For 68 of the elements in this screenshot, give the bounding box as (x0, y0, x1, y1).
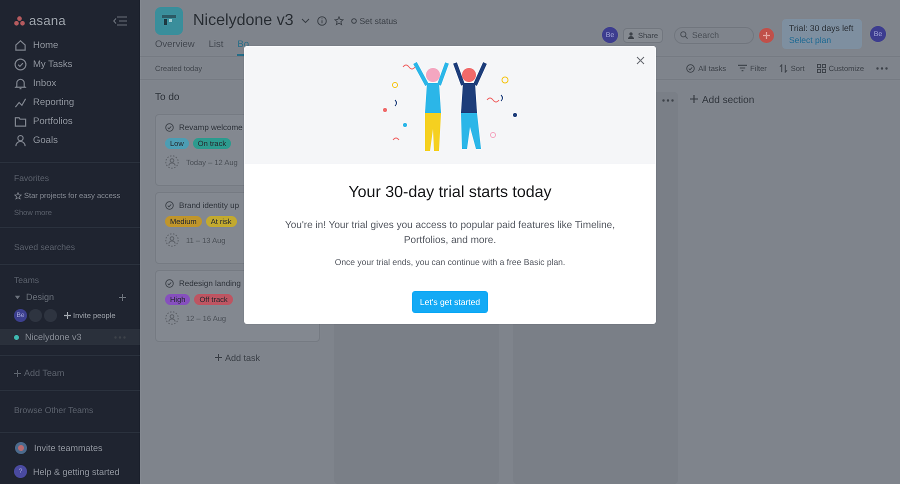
sort-icon (778, 64, 788, 72)
home-icon (14, 39, 27, 52)
check-circle-icon (14, 58, 27, 71)
add-task-button[interactable]: Add task (208, 352, 266, 364)
column-menu-icon[interactable] (662, 99, 674, 102)
set-status-button[interactable]: Set status (350, 16, 398, 26)
logo-icon (14, 16, 25, 26)
nav-item[interactable]: Reporting (0, 93, 140, 112)
team-name[interactable]: Design (26, 292, 54, 302)
plus-icon (64, 312, 71, 319)
project-title: Nicelydone v3 (193, 12, 294, 30)
project-item[interactable]: Nicelydone v3 (0, 329, 140, 345)
task-title: Brand identity up (179, 201, 240, 210)
more-icon[interactable] (876, 66, 888, 70)
nav-item[interactable]: Inbox (0, 74, 140, 93)
check-circle-icon (165, 201, 174, 210)
section-heading: Saved searches (14, 242, 76, 252)
grid-icon (816, 64, 826, 72)
plus-icon (214, 354, 222, 361)
column-title: To do (155, 92, 180, 105)
assignee-icon[interactable] (165, 233, 179, 247)
search-icon (680, 31, 688, 39)
get-started-button[interactable]: Let's get started (412, 291, 488, 313)
check-circle-icon (165, 123, 174, 132)
dialog-title: Your 30-day trial starts today (348, 184, 552, 202)
add-section-button[interactable]: Add section (690, 92, 754, 108)
task-title: Redesign landing (179, 279, 241, 288)
circle-icon (350, 18, 356, 24)
assignee-icon[interactable] (165, 155, 179, 169)
add-team-link[interactable]: Add Team (14, 368, 126, 378)
invite-teammates-link[interactable]: Invite teammates (14, 441, 126, 455)
folder-icon (14, 115, 27, 128)
person-icon (14, 134, 27, 147)
chevron-down-icon[interactable] (300, 18, 310, 24)
dialog-note: Once your trial ends, you can continue with a free Basic plan. (334, 257, 566, 267)
add-button[interactable] (759, 28, 774, 42)
plus-icon (14, 370, 21, 376)
plus-icon[interactable] (119, 294, 126, 300)
nav-item[interactable]: Goals (0, 131, 140, 150)
check-circle-icon (165, 279, 174, 288)
caret-icon[interactable] (14, 294, 21, 300)
trial-text: Trial: 30 days left (789, 23, 854, 33)
nav-item[interactable]: Portfolios (0, 112, 140, 131)
assignee-icon[interactable] (165, 311, 179, 325)
tab[interactable]: Overview (155, 39, 195, 56)
check-circle-icon (686, 64, 696, 72)
invite-icon (14, 441, 28, 455)
section-heading: Favorites (14, 173, 50, 183)
tab[interactable]: List (208, 39, 224, 56)
project-icon (155, 7, 183, 35)
plus-icon (763, 32, 770, 38)
close-icon[interactable] (636, 56, 645, 65)
collapse-sidebar-icon[interactable] (113, 16, 127, 26)
section-heading: Teams (14, 275, 40, 285)
nav-item[interactable]: My Tasks (0, 55, 140, 74)
logo-text: asana (29, 13, 66, 28)
select-plan-link[interactable]: Select plan (789, 35, 855, 45)
browse-teams-link[interactable]: Browse Other Teams (14, 405, 126, 415)
filter-icon (738, 64, 748, 72)
info-icon[interactable] (316, 16, 326, 26)
star-icon[interactable] (334, 16, 344, 26)
people-icon (628, 32, 636, 38)
plus-icon (690, 94, 698, 102)
nav-item[interactable]: Home (0, 36, 140, 55)
bell-icon (14, 77, 27, 90)
line-chart-icon (14, 96, 27, 109)
star-icon (14, 192, 22, 200)
task-title: Revamp welcome (179, 123, 243, 132)
